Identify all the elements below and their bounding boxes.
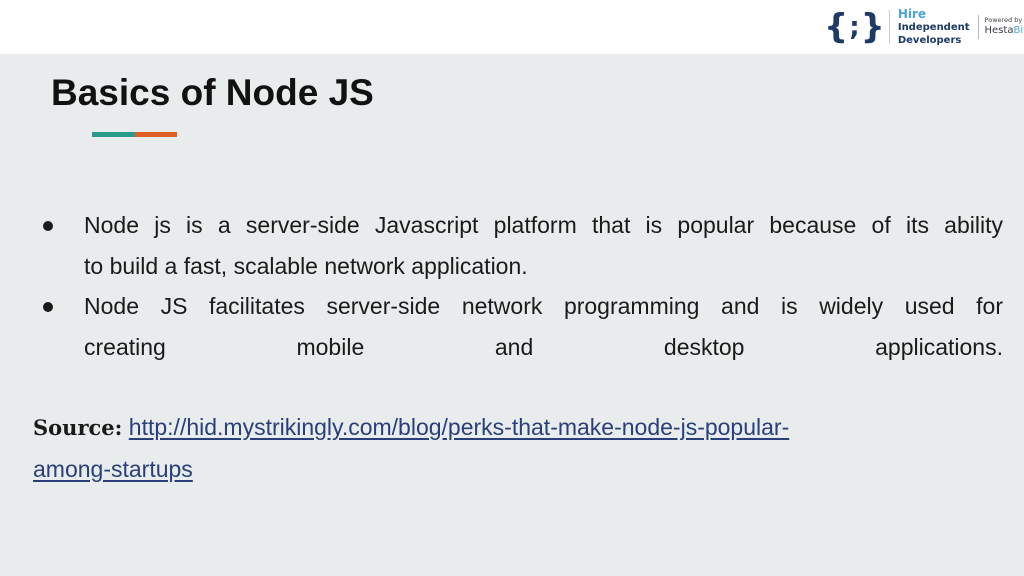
bullet-item: Node JS facilitates server-side network …: [40, 286, 1003, 367]
bullet-line: Node JS facilitates server-side network …: [84, 293, 1003, 319]
accent-teal-segment: [92, 132, 135, 137]
logo-wordmark: Hire Independent Developers: [898, 7, 970, 47]
logo-developers-text: Developers: [897, 34, 962, 46]
accent-orange-segment: [135, 132, 177, 137]
bullet-item: Node js is a server-side Javascript plat…: [40, 205, 1003, 286]
bullet-dot-icon: [43, 302, 53, 312]
bullet-dot-icon: [43, 221, 53, 231]
logo-divider-2: [977, 15, 979, 39]
logo-hire-text: Hire: [897, 7, 927, 21]
header-bar: {;} Hire Independent Developers Powered …: [0, 0, 1024, 54]
source-link[interactable]: http://hid.mystrikingly.com/blog/perks-t…: [33, 414, 789, 482]
bullet-list: Node js is a server-side Javascript plat…: [40, 205, 1003, 367]
bullet-line: Node js is a server-side Javascript plat…: [84, 212, 1003, 238]
hestabit-main: Hesta: [984, 24, 1014, 36]
slide-title: Basics of Node JS: [51, 72, 374, 113]
source-link-line1[interactable]: http://hid.mystrikingly.com/blog/perks-t…: [129, 414, 789, 440]
logo-divider: [888, 10, 890, 44]
hestabit-accent: Bit: [1013, 24, 1024, 36]
braces-logo-icon: {;}: [824, 7, 885, 47]
source-link-line2[interactable]: among-startups: [33, 456, 193, 482]
hestabit-brand: HestaBit: [985, 25, 1024, 37]
hire-independent-developers-logo[interactable]: {;} Hire Independent Developers Powered …: [824, 3, 1024, 51]
bullet-line: to build a fast, scalable network applic…: [84, 252, 528, 279]
slide: {;} Hire Independent Developers Powered …: [0, 0, 1024, 576]
source-label: Source:: [33, 415, 123, 440]
powered-by-block: Powered by HestaBit: [984, 16, 1024, 37]
powered-by-text: Powered by: [984, 16, 1023, 25]
logo-independent-text: Independent: [897, 22, 970, 33]
bullet-line: creating mobile and desktop applications…: [84, 333, 1003, 360]
source-citation: Source: http://hid.mystrikingly.com/blog…: [33, 407, 933, 489]
title-accent-line: [92, 132, 177, 137]
